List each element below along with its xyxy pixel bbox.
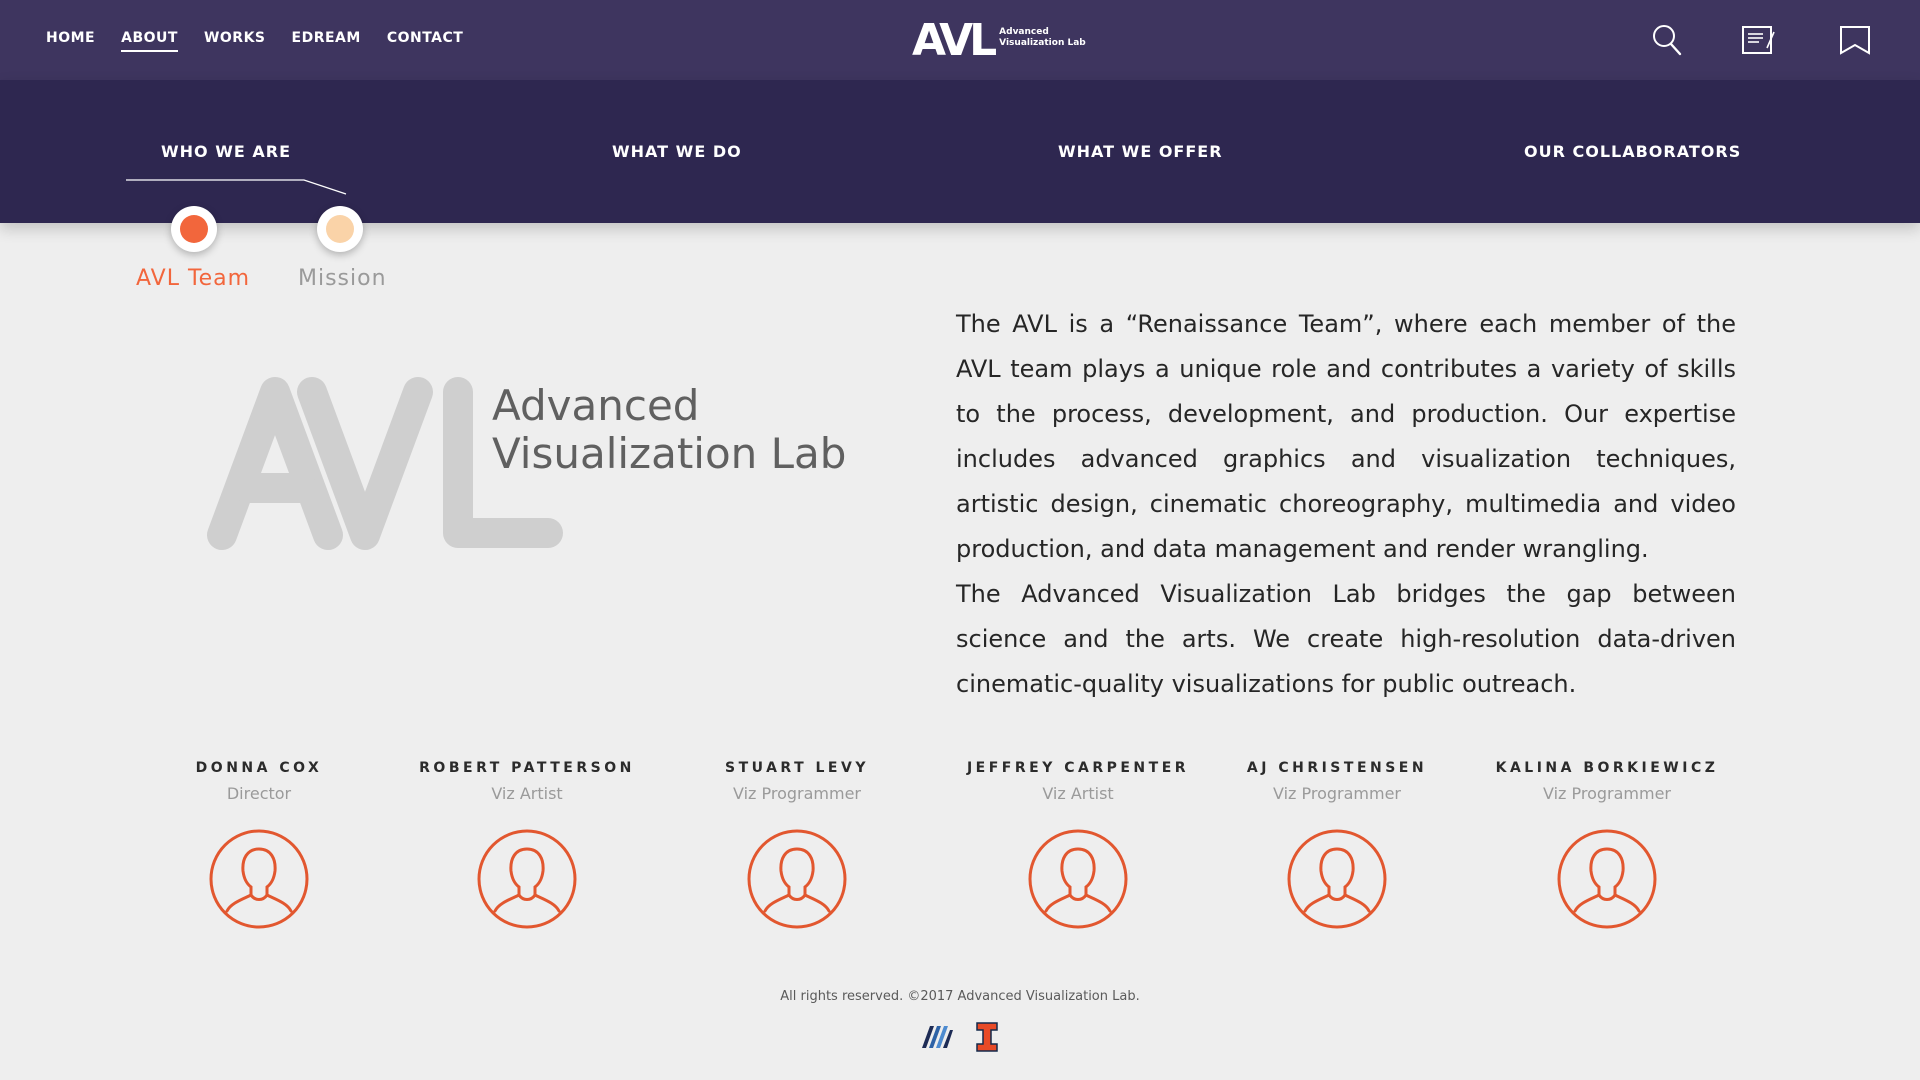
avatar-icon bbox=[1028, 829, 1128, 929]
pager-dot-mission[interactable] bbox=[317, 206, 363, 252]
ncsa-logo-icon[interactable] bbox=[920, 1024, 954, 1050]
brand-line-2: Visualization Lab bbox=[999, 38, 1086, 48]
member-role: Director bbox=[226, 784, 292, 803]
team-description: The AVL is a “Renaissance Team”, where e… bbox=[956, 302, 1736, 707]
avl-large-logo-text: Advanced Visualization Lab bbox=[492, 382, 846, 478]
nav-about[interactable]: ABOUT bbox=[121, 30, 178, 52]
team-member[interactable]: KALINA BORKIEWICZ Viz Programmer bbox=[1487, 760, 1727, 929]
description-paragraph-1: The AVL is a “Renaissance Team”, where e… bbox=[956, 310, 1736, 563]
nav-contact[interactable]: CONTACT bbox=[387, 30, 464, 50]
team-member[interactable]: ROBERT PATTERSON Viz Artist bbox=[407, 760, 647, 929]
footer-copyright: All rights reserved. ©2017 Advanced Visu… bbox=[780, 989, 1140, 1004]
large-logo-line-1: Advanced bbox=[492, 381, 700, 430]
tab-who-we-are[interactable]: WHO WE ARE bbox=[161, 142, 291, 161]
pager-label-mission[interactable]: Mission bbox=[298, 266, 387, 291]
team-member[interactable]: AJ CHRISTENSEN Viz Programmer bbox=[1217, 760, 1457, 929]
team-member[interactable]: STUART LEVY Viz Programmer bbox=[677, 760, 917, 929]
notes-icon[interactable] bbox=[1740, 22, 1778, 58]
nav-home[interactable]: HOME bbox=[46, 30, 95, 50]
active-tab-indicator bbox=[126, 179, 347, 195]
member-name: STUART LEVY bbox=[725, 760, 869, 776]
avatar-icon bbox=[1287, 829, 1387, 929]
top-navigation-bar: HOME ABOUT WORKS EDREAM CONTACT AVL Adva… bbox=[0, 0, 1920, 80]
description-paragraph-2: The Advanced Visualization Lab bridges t… bbox=[956, 580, 1736, 698]
team-member[interactable]: DONNA COX Director bbox=[139, 760, 379, 929]
avatar-icon bbox=[747, 829, 847, 929]
large-logo-line-2: Visualization Lab bbox=[492, 429, 847, 478]
tab-what-we-do[interactable]: WHAT WE DO bbox=[612, 142, 742, 161]
footer-logos bbox=[920, 1022, 998, 1052]
pager-dot-avl-team[interactable] bbox=[171, 206, 217, 252]
avatar-icon bbox=[477, 829, 577, 929]
pager-dot-fill bbox=[180, 215, 208, 243]
member-name: ROBERT PATTERSON bbox=[419, 760, 635, 776]
header-logo[interactable]: AVL Advanced Visualization Lab bbox=[912, 15, 1086, 66]
team-member[interactable]: JEFFREY CARPENTER Viz Artist bbox=[958, 760, 1198, 929]
brand-mark: AVL bbox=[912, 15, 997, 66]
pager-dot-fill bbox=[326, 215, 354, 243]
illinois-logo-icon[interactable] bbox=[976, 1022, 998, 1052]
member-role: Viz Programmer bbox=[732, 784, 862, 803]
member-role: Viz Programmer bbox=[1542, 784, 1672, 803]
search-icon[interactable] bbox=[1648, 22, 1686, 58]
nav-edream[interactable]: EDREAM bbox=[292, 30, 361, 50]
main-nav: HOME ABOUT WORKS EDREAM CONTACT bbox=[46, 0, 489, 80]
nav-works[interactable]: WORKS bbox=[204, 30, 266, 50]
bookmark-icon[interactable] bbox=[1836, 22, 1874, 58]
tab-what-we-offer[interactable]: WHAT WE OFFER bbox=[1058, 142, 1223, 161]
avatar-icon bbox=[209, 829, 309, 929]
member-role: Viz Artist bbox=[1042, 784, 1114, 803]
avatar-icon bbox=[1557, 829, 1657, 929]
member-name: AJ CHRISTENSEN bbox=[1246, 760, 1428, 776]
member-role: Viz Programmer bbox=[1272, 784, 1402, 803]
member-role: Viz Artist bbox=[491, 784, 563, 803]
tab-our-collaborators[interactable]: OUR COLLABORATORS bbox=[1524, 142, 1741, 161]
brand-line-1: Advanced bbox=[999, 27, 1049, 37]
brand-subtitle: Advanced Visualization Lab bbox=[999, 27, 1086, 49]
pager-label-avl-team[interactable]: AVL Team bbox=[136, 266, 250, 291]
member-name: KALINA BORKIEWICZ bbox=[1495, 760, 1719, 776]
section-tabs-bar: WHO WE ARE WHAT WE DO WHAT WE OFFER OUR … bbox=[0, 80, 1920, 223]
member-name: JEFFREY CARPENTER bbox=[966, 760, 1190, 776]
member-name: DONNA COX bbox=[195, 760, 323, 776]
